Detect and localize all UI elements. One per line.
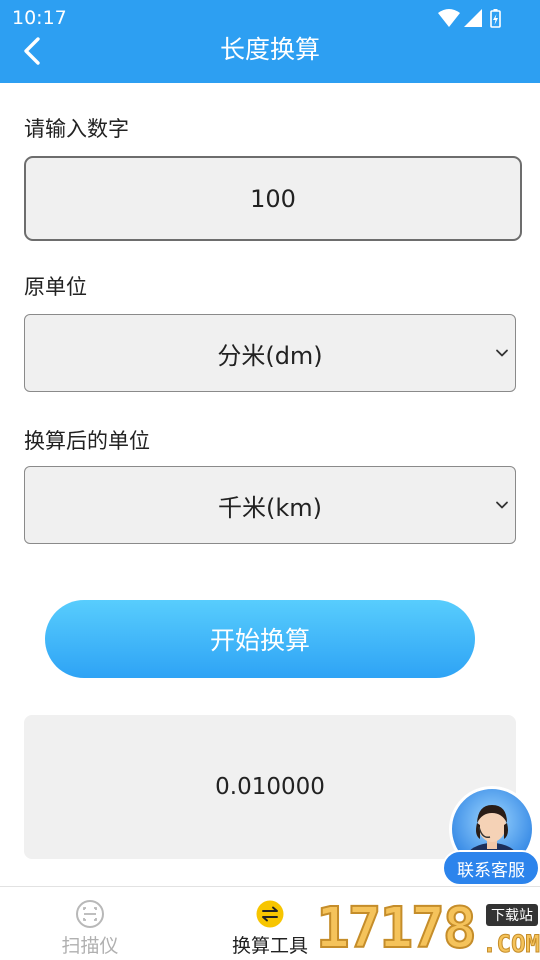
customer-service-label: 联系客服 <box>442 850 540 886</box>
number-input[interactable] <box>24 156 522 241</box>
scan-icon <box>76 900 104 928</box>
chevron-down-icon <box>496 501 508 509</box>
status-icons <box>438 9 501 28</box>
wifi-icon <box>438 9 460 27</box>
watermark-tag: 下载站 <box>486 904 538 926</box>
customer-service-button[interactable]: 联系客服 <box>442 786 540 886</box>
nav-label-scanner: 扫描仪 <box>61 935 119 957</box>
from-unit-label: 原单位 <box>24 275 87 299</box>
watermark-digits: 17178 <box>315 896 478 960</box>
signal-icon <box>464 9 482 27</box>
to-unit-label: 换算后的单位 <box>24 429 150 453</box>
to-unit-select[interactable]: 千米(km) <box>24 466 516 544</box>
chevron-down-icon <box>496 349 508 357</box>
number-label: 请输入数字 <box>24 117 129 141</box>
app-root: 10:17 长度换算 请输入数字 原单位 分米(dm) <box>0 0 540 960</box>
from-unit-value: 分米(dm) <box>217 341 323 370</box>
status-time: 10:17 <box>12 7 67 29</box>
battery-icon <box>490 9 501 28</box>
result-value: 0.010000 <box>215 774 325 800</box>
to-unit-value: 千米(km) <box>217 493 322 522</box>
watermark-suffix: .COM <box>482 930 540 959</box>
page-title: 长度换算 <box>219 35 320 64</box>
convert-button[interactable]: 开始换算 <box>45 600 475 678</box>
nav-item-scanner[interactable]: 扫描仪 <box>0 887 180 960</box>
site-watermark: 17178 下载站 .COM <box>315 896 540 960</box>
from-unit-select[interactable]: 分米(dm) <box>24 314 516 392</box>
app-header: 10:17 长度换算 <box>0 0 540 83</box>
convert-icon <box>256 900 284 928</box>
